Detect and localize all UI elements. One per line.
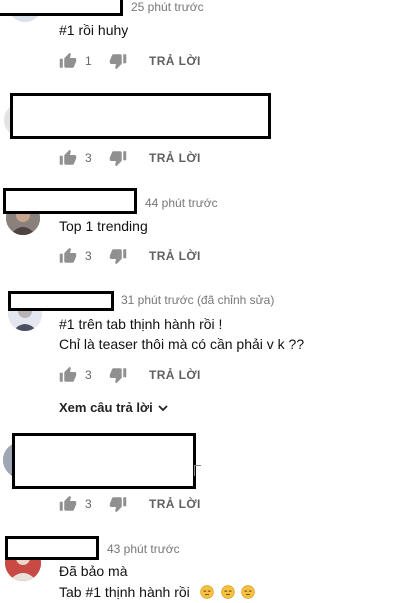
view-replies-label: Xem câu trả lời <box>59 400 153 415</box>
like-count: 3 <box>85 497 92 511</box>
comment-actions: 1 TRẢ LỜI <box>59 51 201 71</box>
comment-actions: 3 TRẢ LỜI <box>59 494 201 514</box>
like-count: 3 <box>85 151 92 165</box>
thumbs-down-icon[interactable] <box>109 366 127 384</box>
thumbs-down-icon[interactable] <box>109 52 127 70</box>
redacted-username <box>8 291 114 311</box>
thumbs-up-icon[interactable] <box>59 149 77 167</box>
thumbs-up-icon[interactable] <box>59 52 77 70</box>
thumbs-up-icon[interactable] <box>59 247 77 265</box>
like-count: 3 <box>85 249 92 263</box>
view-replies-button[interactable]: Xem câu trả lời <box>59 400 169 415</box>
comment-actions: 3 TRẢ LỜI <box>59 246 201 266</box>
pensive-emoji-icon <box>200 585 214 599</box>
pensive-emoji-icon <box>241 585 255 599</box>
comment-actions: 3 TRẢ LỜI <box>59 148 201 168</box>
reply-button[interactable]: TRẢ LỜI <box>149 368 201 382</box>
chevron-down-icon <box>158 404 168 411</box>
comment-text: Top 1 trending <box>59 218 148 234</box>
reply-button[interactable]: TRẢ LỜI <box>149 497 201 511</box>
thumbs-down-icon[interactable] <box>109 247 127 265</box>
comment-text: #1 rồi huhy <box>59 22 129 38</box>
comment-text: #1 trên tab thịnh hành rồi ! <box>59 316 223 332</box>
redacted-username <box>3 188 137 214</box>
like-count: 3 <box>85 368 92 382</box>
redacted-username <box>10 93 271 139</box>
reply-button[interactable]: TRẢ LỜI <box>149 54 201 68</box>
comment-text-line: Tab #1 thịnh hành rồi <box>59 584 255 600</box>
redacted-username <box>12 433 196 489</box>
like-count: 1 <box>85 54 92 68</box>
comment-text: Đã bảo mà <box>59 563 128 579</box>
thumbs-down-icon[interactable] <box>109 495 127 513</box>
comment-text: Tab #1 thịnh hành rồi <box>59 584 190 600</box>
redacted-username <box>0 0 123 16</box>
comment-actions: 3 TRẢ LỜI <box>59 365 201 385</box>
comment-timestamp: 25 phút trước <box>131 0 204 14</box>
thumbs-up-icon[interactable] <box>59 366 77 384</box>
comment-text: Chỉ là teaser thôi mà có cần phải v k ?? <box>59 336 305 352</box>
reply-button[interactable]: TRẢ LỜI <box>149 249 201 263</box>
pensive-emoji-icon <box>221 585 235 599</box>
partial-text-fragment <box>194 465 201 476</box>
thumbs-down-icon[interactable] <box>109 149 127 167</box>
thumbs-up-icon[interactable] <box>59 495 77 513</box>
comment-timestamp: 44 phút trước <box>145 196 218 210</box>
comment-timestamp: 31 phút trước (đã chỉnh sửa) <box>121 293 275 307</box>
comment-timestamp: 43 phút trước <box>107 542 180 556</box>
reply-button[interactable]: TRẢ LỜI <box>149 151 201 165</box>
redacted-username <box>5 536 99 560</box>
